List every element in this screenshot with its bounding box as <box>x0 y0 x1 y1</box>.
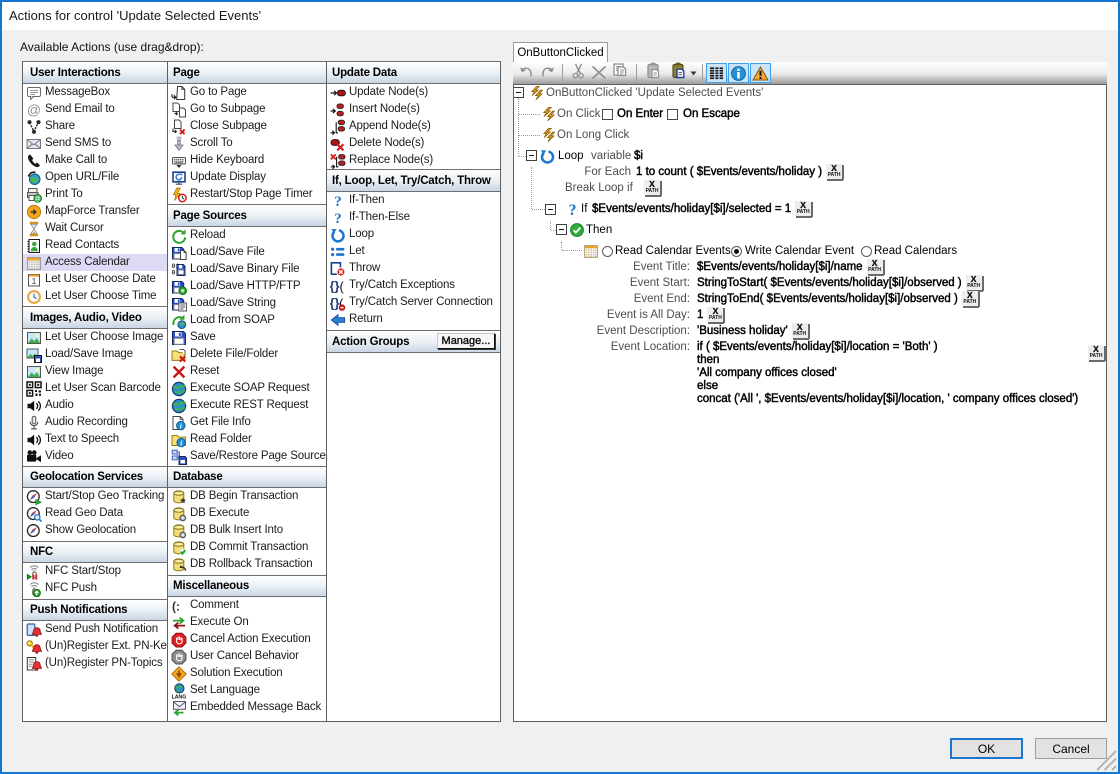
svg-text:@: @ <box>35 196 41 202</box>
svg-text:0: 0 <box>172 269 176 276</box>
svg-text:(: ( <box>340 279 345 294</box>
svg-text:(:: (: <box>172 599 180 613</box>
svg-text:?: ? <box>569 202 577 217</box>
svg-text:{}: {} <box>330 278 340 293</box>
svg-text:@: @ <box>27 102 41 118</box>
svg-text:?: ? <box>334 211 342 226</box>
svg-text:LANG: LANG <box>172 694 187 698</box>
svg-text:?: ? <box>334 194 342 209</box>
svg-text:1: 1 <box>32 277 37 286</box>
